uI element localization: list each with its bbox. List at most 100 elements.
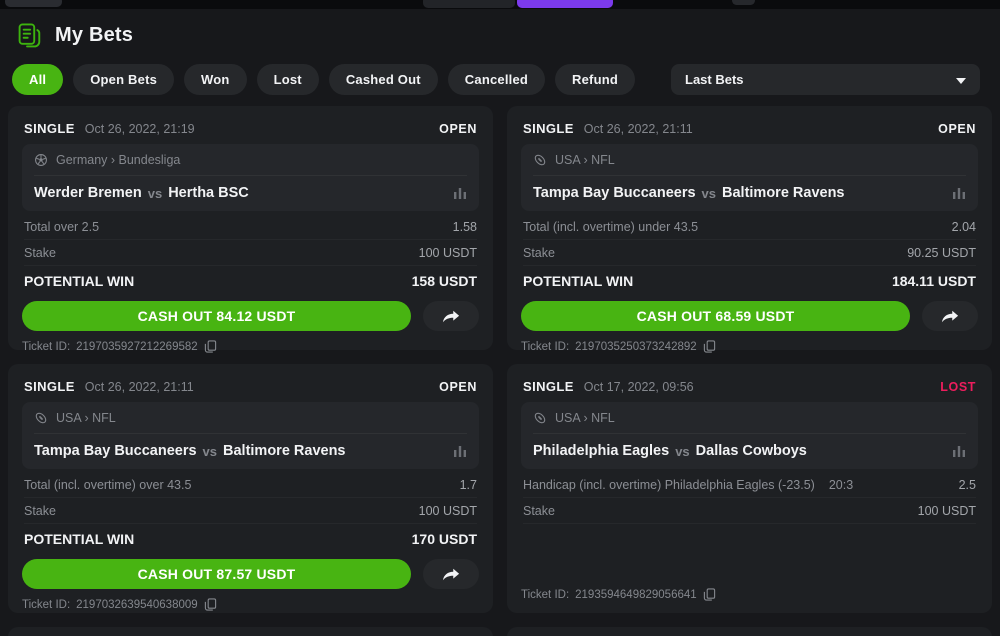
potential-win-label: POTENTIAL WIN xyxy=(523,273,633,289)
ticket-row: Ticket ID: 2197032639540638009 xyxy=(22,598,479,611)
ticket-id-value: 2197035927212269582 xyxy=(76,341,198,353)
filter-open-bets[interactable]: Open Bets xyxy=(73,64,174,95)
filter-all[interactable]: All xyxy=(12,64,63,95)
home-team: Philadelphia Eagles xyxy=(533,443,669,459)
stats-icon[interactable] xyxy=(453,187,467,199)
potential-win-value: 158 USDT xyxy=(412,273,477,289)
market-label: Total (incl. overtime) under 43.5 xyxy=(523,220,698,234)
ticket-row: Ticket ID: 2193594649829056641 xyxy=(521,588,978,601)
filter-refund[interactable]: Refund xyxy=(555,64,635,95)
market-row: Total over 2.5 1.58 xyxy=(24,214,477,240)
home-team: Tampa Bay Buccaneers xyxy=(34,443,197,459)
dropdown-selected-value: Last Bets xyxy=(685,72,744,87)
potential-win-row: POTENTIAL WIN 170 USDT xyxy=(24,524,477,552)
share-button[interactable] xyxy=(922,301,978,331)
card-actions: CASH OUT 87.57 USDT xyxy=(22,559,479,589)
market-label: Total (incl. overtime) over 43.5 xyxy=(24,478,191,492)
status-badge: OPEN xyxy=(938,122,976,136)
cash-out-button[interactable]: CASH OUT 87.57 USDT xyxy=(22,559,411,589)
market-label: Handicap (incl. overtime) Philadelphia E… xyxy=(523,478,815,492)
filter-cashed-out[interactable]: Cashed Out xyxy=(329,64,438,95)
bets-grid: SINGLE Oct 26, 2022, 21:19 OPEN Germany … xyxy=(0,95,1000,636)
active-nav-item-fragment[interactable] xyxy=(517,0,613,8)
stake-row: Stake 100 USDT xyxy=(24,498,477,524)
odds-value: 2.04 xyxy=(952,220,976,234)
filter-won[interactable]: Won xyxy=(184,64,247,95)
market-row: Handicap (incl. overtime) Philadelphia E… xyxy=(523,472,976,498)
filter-cancelled[interactable]: Cancelled xyxy=(448,64,545,95)
potential-win-row: POTENTIAL WIN 158 USDT xyxy=(24,266,477,294)
vs-label: vs xyxy=(702,186,716,201)
share-arrow-icon xyxy=(941,310,959,323)
away-team: Baltimore Ravens xyxy=(722,185,845,201)
bet-card-header: SINGLE Oct 26, 2022, 21:11 OPEN xyxy=(22,374,479,402)
stake-label: Stake xyxy=(523,246,555,260)
share-arrow-icon xyxy=(442,310,460,323)
copy-icon[interactable] xyxy=(703,340,716,353)
my-bets-icon xyxy=(16,22,43,49)
status-badge: OPEN xyxy=(439,380,477,394)
share-button[interactable] xyxy=(423,301,479,331)
ticket-row: Ticket ID: 2197035927212269582 xyxy=(22,340,479,353)
copy-icon[interactable] xyxy=(703,588,716,601)
last-bets-dropdown[interactable]: Last Bets xyxy=(671,64,980,95)
bet-details: Total over 2.5 1.58 Stake 100 USDT POTEN… xyxy=(22,211,479,294)
match-info[interactable]: USA › NFL Philadelphia Eagles vs Dallas … xyxy=(521,402,978,469)
nav-item-fragment[interactable] xyxy=(423,0,515,8)
match-info[interactable]: Germany › Bundesliga Werder Bremen vs He… xyxy=(22,144,479,211)
potential-win-row: POTENTIAL WIN 184.11 USDT xyxy=(523,266,976,294)
league-row: USA › NFL xyxy=(533,411,966,434)
bet-details: Total (incl. overtime) under 43.5 2.04 S… xyxy=(521,211,978,294)
status-badge: OPEN xyxy=(439,122,477,136)
status-badge: LOST xyxy=(940,380,976,394)
away-team: Hertha BSC xyxy=(168,185,249,201)
nav-item-fragment[interactable] xyxy=(732,0,755,5)
bet-date: Oct 26, 2022, 21:11 xyxy=(584,122,693,136)
teams-row: Philadelphia Eagles vs Dallas Cowboys xyxy=(533,443,966,459)
bet-date: Oct 26, 2022, 21:11 xyxy=(85,380,194,394)
stake-label: Stake xyxy=(24,504,56,518)
teams-row: Tampa Bay Buccaneers vs Baltimore Ravens xyxy=(34,443,467,459)
copy-icon[interactable] xyxy=(204,598,217,611)
cash-out-button[interactable]: CASH OUT 84.12 USDT xyxy=(22,301,411,331)
match-score: 20:3 xyxy=(829,478,853,492)
copy-icon[interactable] xyxy=(204,340,217,353)
stats-icon[interactable] xyxy=(952,187,966,199)
odds-value: 2.5 xyxy=(959,478,976,492)
soccer-ball-icon xyxy=(34,153,48,167)
market-label: Total over 2.5 xyxy=(24,220,99,234)
bet-card-header: SINGLE Oct 26, 2022, 21:19 OPEN xyxy=(22,116,479,144)
match-info[interactable]: USA › NFL Tampa Bay Buccaneers vs Baltim… xyxy=(22,402,479,469)
bet-type: SINGLE xyxy=(24,121,75,136)
stake-value: 100 USDT xyxy=(918,504,976,518)
league-row: Germany › Bundesliga xyxy=(34,153,467,176)
bet-card: SINGLE Oct 26, 2022, 21:19 OPEN Germany … xyxy=(8,106,493,350)
american-football-icon xyxy=(533,411,547,425)
away-team: Dallas Cowboys xyxy=(696,443,807,459)
match-info[interactable]: USA › NFL Tampa Bay Buccaneers vs Baltim… xyxy=(521,144,978,211)
stats-icon[interactable] xyxy=(952,445,966,457)
card-actions: CASH OUT 68.59 USDT xyxy=(521,301,978,331)
ticket-id-label: Ticket ID: xyxy=(22,599,70,611)
market-row: Total (incl. overtime) over 43.5 1.7 xyxy=(24,472,477,498)
bet-date: Oct 17, 2022, 09:56 xyxy=(584,380,694,394)
filter-bar: All Open Bets Won Lost Cashed Out Cancel… xyxy=(0,59,1000,95)
odds-value: 1.58 xyxy=(453,220,477,234)
bet-date: Oct 26, 2022, 21:19 xyxy=(85,122,195,136)
bet-details: Total (incl. overtime) over 43.5 1.7 Sta… xyxy=(22,469,479,552)
potential-win-label: POTENTIAL WIN xyxy=(24,273,134,289)
nav-item-fragment[interactable] xyxy=(5,0,62,7)
teams-row: Tampa Bay Buccaneers vs Baltimore Ravens xyxy=(533,185,966,201)
stats-icon[interactable] xyxy=(453,445,467,457)
american-football-icon xyxy=(533,153,547,167)
cash-out-button[interactable]: CASH OUT 68.59 USDT xyxy=(521,301,910,331)
bet-card: SINGLE Oct 26, 2022, 21:11 OPEN USA › NF… xyxy=(507,106,992,350)
ticket-row: Ticket ID: 2197035250373242892 xyxy=(521,340,978,353)
ticket-id-label: Ticket ID: xyxy=(521,589,569,601)
home-team: Tampa Bay Buccaneers xyxy=(533,185,696,201)
stake-row: Stake 100 USDT xyxy=(24,240,477,266)
my-bets-page: My Bets All Open Bets Won Lost Cashed Ou… xyxy=(0,0,1000,636)
filter-lost[interactable]: Lost xyxy=(257,64,319,95)
stake-value: 90.25 USDT xyxy=(907,246,976,260)
share-button[interactable] xyxy=(423,559,479,589)
